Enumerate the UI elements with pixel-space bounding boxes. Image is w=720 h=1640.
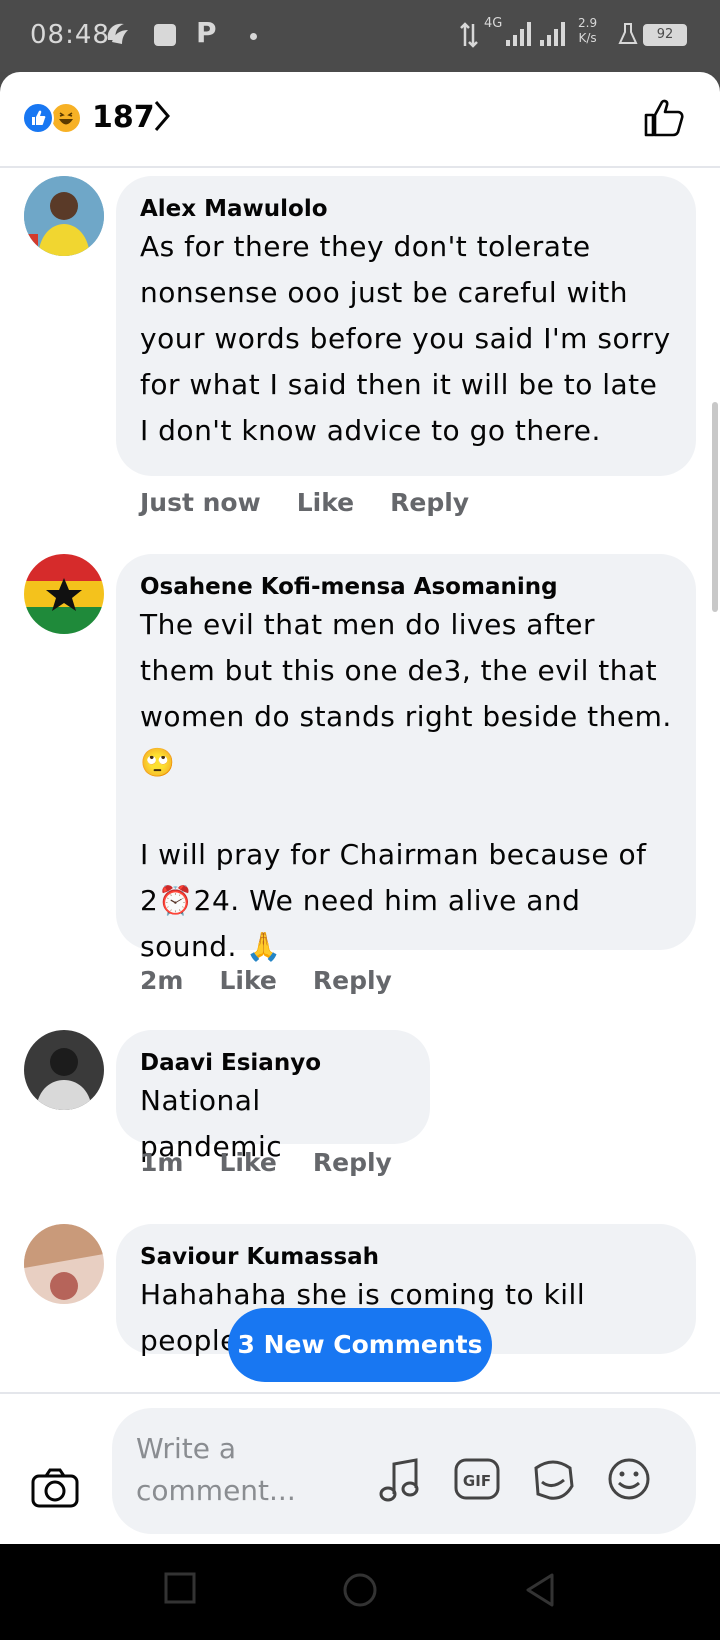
parking-notification-icon: P bbox=[196, 16, 217, 49]
comment-bubble[interactable]: Daavi Esianyo National pandemic bbox=[116, 1030, 430, 1163]
music-icon[interactable] bbox=[378, 1456, 422, 1508]
comments-sheet: 187 Alex Mawulolo As for there they don'… bbox=[0, 72, 720, 1544]
speed-unit: K/s bbox=[578, 31, 597, 45]
comment-actions: 1m Like Reply bbox=[140, 1148, 392, 1177]
like-link[interactable]: Like bbox=[297, 488, 354, 517]
signal-icon bbox=[506, 20, 531, 46]
data-transfer-icon bbox=[460, 22, 478, 55]
avatar[interactable] bbox=[24, 1030, 104, 1110]
sticker-icon[interactable] bbox=[530, 1456, 576, 1506]
reaction-count[interactable]: 187 bbox=[92, 100, 155, 135]
comment-time[interactable]: 1m bbox=[140, 1148, 183, 1177]
comment-bubble[interactable]: Alex Mawulolo As for there they don't to… bbox=[116, 176, 696, 476]
haha-reaction-icon bbox=[50, 102, 82, 134]
home-icon[interactable] bbox=[342, 1572, 378, 1612]
reactions-header: 187 bbox=[0, 72, 720, 168]
battery-icon: 92 bbox=[643, 24, 687, 46]
status-bar: 08:48 P 4G 2.9 K/s 92 bbox=[0, 0, 720, 72]
more-notifications-icon bbox=[250, 33, 257, 40]
app-notification-icon bbox=[154, 24, 176, 46]
avatar[interactable] bbox=[24, 1224, 104, 1304]
like-link[interactable]: Like bbox=[219, 1148, 276, 1177]
network-type: 4G bbox=[484, 16, 503, 31]
speed-value: 2.9 bbox=[578, 16, 598, 30]
recent-apps-icon[interactable] bbox=[164, 1572, 196, 1608]
comment-list: Alex Mawulolo As for there they don't to… bbox=[0, 168, 720, 1468]
reply-link[interactable]: Reply bbox=[313, 1148, 392, 1177]
comment-composer: Write a comment... GIF bbox=[0, 1392, 720, 1544]
reply-link[interactable]: Reply bbox=[390, 488, 469, 517]
comment-time[interactable]: 2m bbox=[140, 966, 183, 995]
reply-link[interactable]: Reply bbox=[313, 966, 392, 995]
back-icon[interactable] bbox=[524, 1572, 556, 1612]
system-nav-bar bbox=[0, 1544, 720, 1640]
chevron-right-icon[interactable] bbox=[152, 98, 172, 138]
comment-actions: Just now Like Reply bbox=[140, 488, 469, 517]
like-link[interactable]: Like bbox=[219, 966, 276, 995]
scrollbar[interactable] bbox=[712, 402, 718, 612]
messenger-notification-icon bbox=[104, 20, 130, 53]
comment-author[interactable]: Alex Mawulolo bbox=[140, 194, 672, 224]
signal-2-icon bbox=[540, 20, 565, 46]
comment-actions: 2m Like Reply bbox=[140, 966, 392, 995]
comment-author[interactable]: Daavi Esianyo bbox=[140, 1048, 406, 1078]
comment-author[interactable]: Osahene Kofi-mensa Asomaning bbox=[140, 572, 672, 602]
comment-bubble[interactable]: Osahene Kofi-mensa Asomaning The evil th… bbox=[116, 554, 696, 963]
avatar[interactable] bbox=[24, 176, 104, 256]
comment-input[interactable]: Write a comment... GIF bbox=[112, 1408, 696, 1534]
flask-icon bbox=[618, 22, 638, 53]
comment-text: As for there they don't tolerate nonsens… bbox=[140, 230, 681, 447]
camera-icon[interactable] bbox=[30, 1466, 80, 1514]
battery-level: 92 bbox=[645, 26, 685, 44]
gif-icon[interactable]: GIF bbox=[454, 1456, 500, 1506]
like-post-icon[interactable] bbox=[642, 96, 686, 144]
network-speed: 2.9 K/s bbox=[578, 16, 597, 46]
like-reaction-icon bbox=[22, 102, 54, 134]
gif-label: GIF bbox=[463, 1472, 491, 1490]
status-time: 08:48 bbox=[30, 20, 110, 50]
comment-author[interactable]: Saviour Kumassah bbox=[140, 1242, 672, 1272]
emoji-icon[interactable] bbox=[606, 1456, 652, 1506]
comment-text: The evil that men do lives after them bu… bbox=[140, 608, 672, 963]
avatar[interactable] bbox=[24, 554, 104, 634]
comment-time[interactable]: Just now bbox=[140, 488, 261, 517]
new-comments-button[interactable]: 3 New Comments bbox=[228, 1308, 492, 1382]
comment-placeholder: Write a comment... bbox=[136, 1432, 296, 1507]
